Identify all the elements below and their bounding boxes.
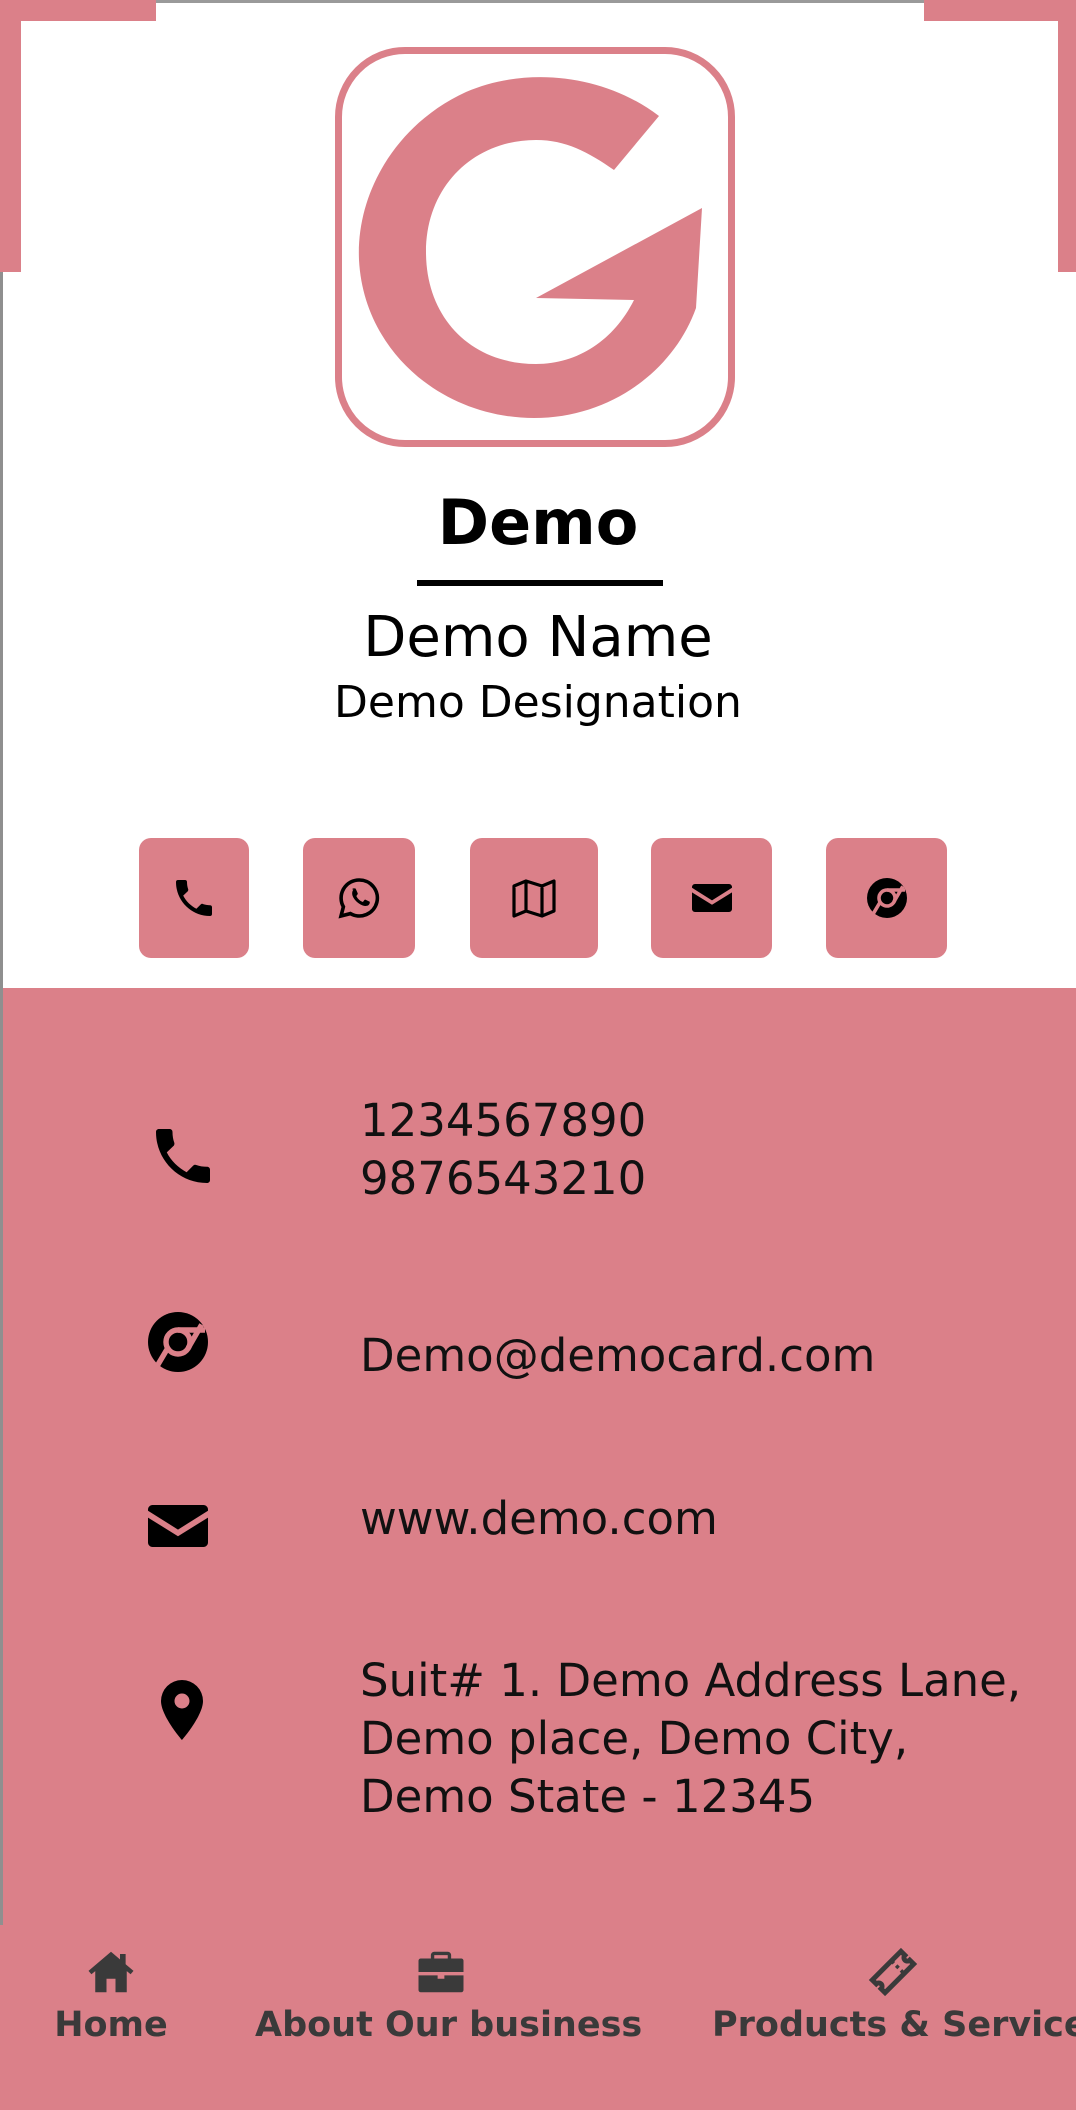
nav-home-label: Home (54, 2005, 168, 2045)
contact-website-icon-wrap (138, 1486, 218, 1566)
briefcase-icon (418, 1951, 464, 1993)
corner-decoration-right-top (924, 0, 1076, 21)
logo (335, 47, 735, 447)
map-pin-icon (161, 1680, 203, 1740)
address-line-1: Suit# 1. Demo Address Lane, (360, 1654, 1022, 1707)
chrome-icon (148, 1312, 208, 1373)
contact-email-icon-wrap (138, 1302, 218, 1382)
address[interactable]: Suit# 1. Demo Address Lane, Demo place, … (360, 1652, 1021, 1826)
person-designation: Demo Designation (334, 677, 742, 728)
envelope-icon (691, 884, 732, 912)
nav-products[interactable]: Products & Services (712, 1945, 1076, 2047)
whatsapp-button[interactable] (303, 838, 415, 958)
company-underline (417, 580, 663, 586)
phone-icon (156, 1129, 210, 1183)
phone-numbers: 1234567890 9876543210 (360, 1092, 646, 1208)
corner-decoration-left (0, 0, 21, 272)
nav-products-label: Products & Services (712, 2005, 1076, 2045)
company-name: Demo (437, 486, 639, 559)
email-address[interactable]: Demo@democard.com (360, 1327, 875, 1385)
phone-number-1[interactable]: 1234567890 (360, 1092, 646, 1150)
nav-about[interactable]: About Our business (255, 1945, 643, 2047)
contact-phone-icon-wrap (143, 1116, 223, 1196)
business-card-page: Demo Demo Name Demo Designation 12345678… (0, 0, 1076, 2110)
envelope-icon (148, 1505, 208, 1547)
call-button[interactable] (139, 838, 249, 958)
contact-address-icon-wrap (142, 1670, 222, 1750)
website-url[interactable]: www.demo.com (360, 1490, 718, 1548)
corner-decoration-right (1058, 0, 1076, 272)
map-button[interactable] (470, 838, 598, 958)
top-border (0, 0, 1076, 3)
chrome-icon (866, 878, 907, 919)
g-logo-icon (358, 77, 702, 419)
phone-number-2[interactable]: 9876543210 (360, 1150, 646, 1208)
whatsapp-icon (338, 878, 380, 919)
website-button[interactable] (826, 838, 947, 958)
phone-icon (176, 880, 212, 916)
corner-decoration-left-top (0, 0, 156, 21)
nav-home[interactable]: Home (50, 1945, 172, 2047)
nav-about-label: About Our business (255, 2005, 643, 2045)
address-line-3: Demo State - 12345 (360, 1770, 816, 1823)
person-name: Demo Name (363, 605, 713, 670)
ticket-icon (868, 1947, 918, 1997)
email-button[interactable] (651, 838, 772, 958)
address-line-2: Demo place, Demo City, (360, 1712, 909, 1765)
map-icon (512, 879, 556, 918)
home-icon (88, 1951, 134, 1993)
